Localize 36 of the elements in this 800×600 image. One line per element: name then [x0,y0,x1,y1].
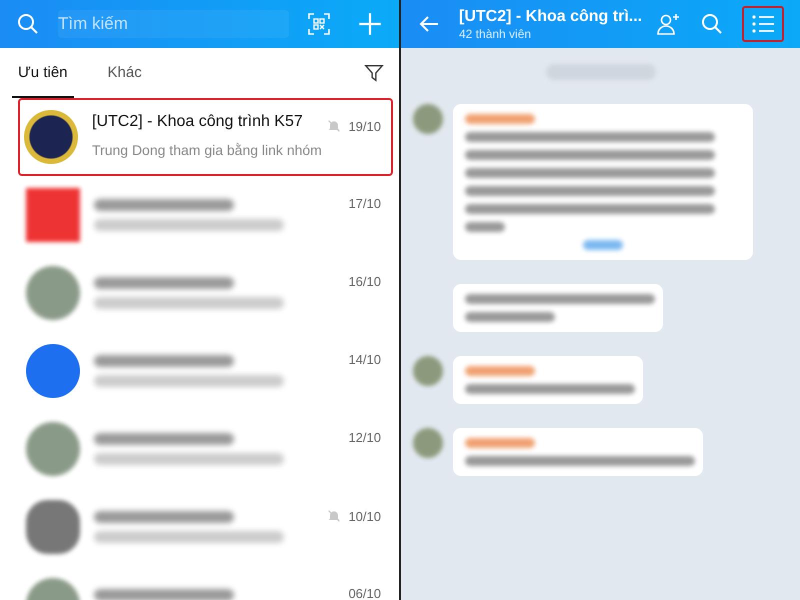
avatar [26,344,80,398]
tab[interactable]: Khác [102,48,148,98]
chat-row[interactable]: 10/10 [20,488,393,566]
chat-row[interactable]: 14/10 [20,332,393,410]
tab[interactable]: Ưu tiên [12,48,74,98]
chat-date: 16/10 [348,274,381,289]
avatar [26,500,80,554]
avatar [26,266,80,320]
qr-code-icon[interactable] [307,12,331,36]
chat-row[interactable]: [UTC2] - Khoa công trình K57 Trung Dong tham gia bằng link nhóm 19/10 [18,98,393,176]
add-person-icon[interactable] [656,12,682,36]
search-icon[interactable] [16,12,40,36]
chat-row[interactable]: 16/10 [20,254,393,332]
avatar [26,188,80,242]
chat-date: 06/10 [348,586,381,600]
chat-row[interactable]: 17/10 [20,176,393,254]
chat-title: [UTC2] - Khoa công trình K57 [92,112,303,132]
avatar [26,422,80,476]
chat-date: 14/10 [348,352,381,367]
menu-button[interactable] [742,6,784,42]
avatar [413,104,443,134]
message-preview: Trung Dong tham gia bằng link nhóm [92,140,322,160]
chat-date: 10/10 [348,508,381,524]
chat-row[interactable]: 06/10 [20,566,393,600]
chat-date: 17/10 [348,196,381,211]
avatar [413,356,443,386]
member-count: 42 thành viên [459,26,532,40]
filter-icon[interactable] [363,62,385,84]
search-icon[interactable] [700,12,724,36]
chat-date: 19/10 [348,118,381,134]
plus-icon[interactable] [357,11,383,37]
chat-row[interactable]: 12/10 [20,410,393,488]
menu-icon[interactable] [751,14,775,34]
avatar [24,110,78,164]
chat-date: 12/10 [348,430,381,445]
avatar [413,428,443,458]
